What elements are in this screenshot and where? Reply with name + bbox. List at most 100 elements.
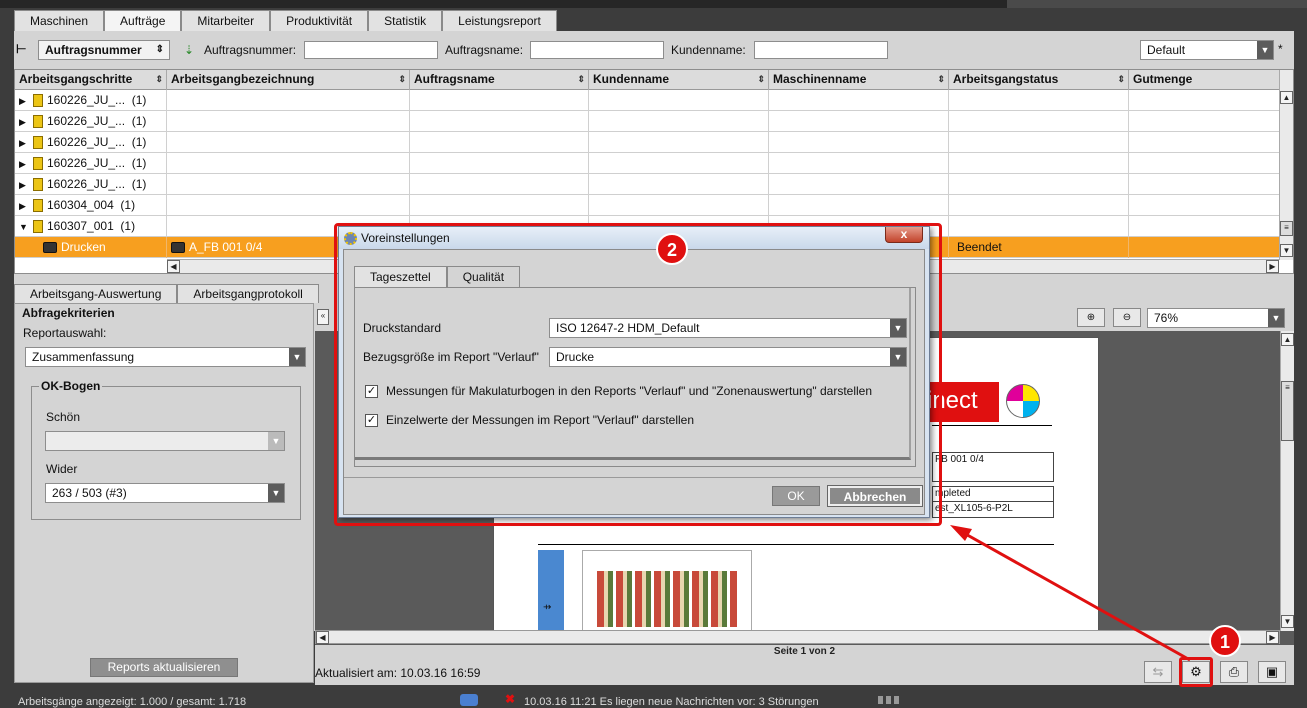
sort-order-icon[interactable]: ⇣ bbox=[184, 41, 194, 59]
window-titlebar bbox=[0, 0, 1307, 8]
annotation-badge-1: 1 bbox=[1209, 625, 1241, 657]
scroll-thumb[interactable]: ≡ bbox=[1281, 381, 1294, 441]
kundenname-label: Kundenname: bbox=[671, 43, 746, 57]
grid-vertical-scrollbar[interactable]: ▲ ≡ ▼ bbox=[1279, 70, 1293, 260]
scroll-up-icon[interactable]: ▲ bbox=[1281, 333, 1294, 346]
report-select[interactable]: Zusammenfassung ▼ bbox=[25, 347, 306, 367]
chevron-down-icon: ▼ bbox=[289, 348, 305, 366]
scroll-up-icon[interactable]: ▲ bbox=[1280, 91, 1293, 104]
col-kundenname[interactable]: Kundenname ⇕ bbox=[589, 70, 769, 90]
auftragsname-input[interactable] bbox=[530, 41, 664, 59]
zoom-in-icon[interactable]: ⊕ bbox=[1077, 308, 1105, 327]
chevron-down-icon: ▼ bbox=[1257, 41, 1273, 59]
row-step-cell: ▶ 160226_JU_... (1) bbox=[15, 174, 167, 195]
auftragsnummer-input[interactable] bbox=[304, 41, 438, 59]
table-row[interactable]: ▶ 160226_JU_... (1) bbox=[15, 174, 1280, 195]
tab-mitarbeiter[interactable]: Mitarbeiter bbox=[181, 10, 271, 31]
press-icon bbox=[171, 242, 185, 254]
row-step-cell: ▶ 160226_JU_... (1) bbox=[15, 90, 167, 111]
tab-arbeitsgangprotokoll[interactable]: Arbeitsgangprotokoll bbox=[177, 284, 319, 303]
col-arbeitsgangstatus[interactable]: Arbeitsgangstatus ⇕ bbox=[949, 70, 1129, 90]
expand-icon[interactable]: ▶ bbox=[19, 133, 33, 153]
table-row[interactable]: ▶ 160304_004 (1) bbox=[15, 195, 1280, 216]
row-step-cell: ▶ 160226_JU_... (1) bbox=[15, 111, 167, 132]
notification-text[interactable]: 10.03.16 11:21 Es liegen neue Nachrichte… bbox=[524, 696, 819, 708]
update-reports-button[interactable]: Reports aktualisieren bbox=[90, 658, 238, 677]
updated-timestamp: Aktualisiert am: 10.03.16 16:59 bbox=[315, 666, 481, 680]
col-maschinenname[interactable]: Maschinenname ⇕ bbox=[769, 70, 949, 90]
expand-icon[interactable]: ▶ bbox=[19, 196, 33, 216]
grid-header: Arbeitsgangschritte ⇕ Arbeitsgangbezeichn… bbox=[15, 70, 1280, 90]
col-auftragsname[interactable]: Auftragsname ⇕ bbox=[410, 70, 589, 90]
row-status-cell: Beendet bbox=[949, 237, 1129, 258]
chevron-down-icon: ▼ bbox=[268, 432, 284, 450]
sheet-icon: ⇸ bbox=[543, 602, 552, 613]
tab-statistik[interactable]: Statistik bbox=[368, 10, 443, 31]
auftragsnummer-label: Auftragsnummer: bbox=[204, 43, 297, 57]
folder-icon bbox=[33, 199, 43, 213]
grip-icon bbox=[878, 696, 902, 704]
expand-icon[interactable]: ▶ bbox=[19, 112, 33, 132]
scroll-left-icon[interactable]: ◀ bbox=[316, 631, 329, 644]
scroll-down-icon[interactable]: ▼ bbox=[1281, 615, 1294, 628]
scroll-right-icon[interactable]: ▶ bbox=[1266, 260, 1279, 273]
preview-horizontal-scrollbar[interactable]: ◀ ▶ bbox=[315, 630, 1280, 644]
highlight-settings-button bbox=[1179, 657, 1213, 687]
preset-modified-marker: * bbox=[1278, 42, 1283, 56]
main-tabs: Maschinen Aufträge Mitarbeiter Produktiv… bbox=[14, 10, 557, 31]
col-arbeitsgangbezeichnung[interactable]: Arbeitsgangbezeichnung ⇕ bbox=[167, 70, 410, 90]
filter-collapse-icon[interactable]: ⊢ bbox=[16, 40, 26, 58]
highlight-dialog bbox=[334, 223, 942, 526]
swap-icon[interactable]: ⇆ bbox=[1144, 661, 1172, 683]
table-row[interactable]: ▶ 160226_JU_... (1) bbox=[15, 90, 1280, 111]
preset-select[interactable]: Default ▼ bbox=[1140, 40, 1274, 60]
col-arbeitsgangschritte[interactable]: Arbeitsgangschritte ⇕ bbox=[15, 70, 167, 90]
expand-icon[interactable]: ▶ bbox=[19, 175, 33, 195]
folder-icon bbox=[33, 157, 43, 171]
scroll-down-icon[interactable]: ▼ bbox=[1280, 244, 1293, 257]
sheet-thumbnail bbox=[582, 550, 752, 632]
tab-maschinen[interactable]: Maschinen bbox=[14, 10, 105, 31]
wider-value: 263 / 503 (#3) bbox=[52, 486, 127, 500]
report-select-label: Reportauswahl: bbox=[23, 326, 107, 340]
preset-value: Default bbox=[1147, 43, 1186, 57]
expand-icon[interactable]: ▶ bbox=[19, 154, 33, 174]
row-step-cell: Drucken bbox=[15, 237, 167, 258]
tab-arbeitsgang-auswertung[interactable]: Arbeitsgang-Auswertung bbox=[14, 284, 178, 303]
error-icon: ✖ bbox=[505, 692, 516, 706]
table-row[interactable]: ▶ 160226_JU_... (1) bbox=[15, 132, 1280, 153]
row-step-cell: ▶ 160226_JU_... (1) bbox=[15, 153, 167, 174]
row-step-cell: ▶ 160226_JU_... (1) bbox=[15, 132, 167, 153]
scroll-thumb[interactable]: ≡ bbox=[1280, 221, 1293, 236]
zoom-select[interactable]: 76% ▼ bbox=[1147, 308, 1285, 328]
status-bar: Arbeitsgänge angezeigt: 1.000 / gesamt: … bbox=[0, 690, 1307, 708]
tab-auftraege[interactable]: Aufträge bbox=[104, 10, 182, 31]
report-select-value: Zusammenfassung bbox=[32, 350, 135, 364]
schoen-select[interactable]: ▼ bbox=[45, 431, 285, 451]
table-row[interactable]: ▶ 160226_JU_... (1) bbox=[15, 153, 1280, 174]
auftragsname-label: Auftragsname: bbox=[445, 43, 524, 57]
sort-field-select[interactable]: Auftragsnummer ⇕ bbox=[38, 40, 170, 60]
scroll-left-icon[interactable]: ◀ bbox=[167, 260, 180, 273]
tab-produktivitaet[interactable]: Produktivität bbox=[270, 10, 369, 31]
collapse-icon[interactable]: ▼ bbox=[19, 217, 33, 237]
table-row[interactable]: ▶ 160226_JU_... (1) bbox=[15, 111, 1280, 132]
wider-label: Wider bbox=[46, 462, 78, 476]
print-icon[interactable]: ⎙ bbox=[1220, 661, 1248, 683]
col-gutmenge[interactable]: Gutmenge bbox=[1129, 70, 1280, 90]
preview-vertical-scrollbar[interactable]: ▲ ≡ ▼ bbox=[1280, 331, 1294, 631]
message-icon[interactable] bbox=[460, 694, 478, 706]
chevron-down-icon: ▼ bbox=[1268, 309, 1284, 327]
collapse-panel-icon[interactable]: « bbox=[317, 309, 329, 325]
report-cell: mpleted bbox=[932, 486, 1054, 502]
zoom-out-icon[interactable]: ⊖ bbox=[1113, 308, 1141, 327]
scroll-right-icon[interactable]: ▶ bbox=[1266, 631, 1279, 644]
tab-leistungsreport[interactable]: Leistungsreport bbox=[442, 10, 557, 31]
kundenname-input[interactable] bbox=[754, 41, 888, 59]
sub-tabs: Arbeitsgang-Auswertung Arbeitsgangprotok… bbox=[14, 284, 319, 303]
ok-sheet-title: OK-Bogen bbox=[39, 379, 103, 393]
expand-icon[interactable]: ▶ bbox=[19, 91, 33, 111]
wider-select[interactable]: 263 / 503 (#3) ▼ bbox=[45, 483, 285, 503]
save-icon[interactable]: ▣ bbox=[1258, 661, 1286, 683]
folder-icon bbox=[33, 220, 43, 234]
